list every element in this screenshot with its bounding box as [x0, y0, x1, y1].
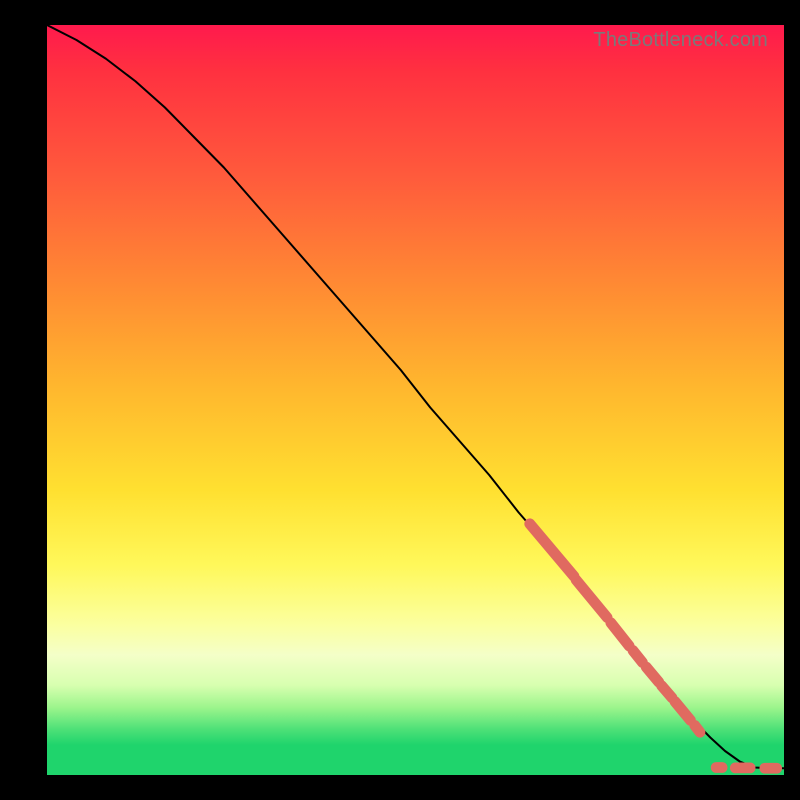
dot-segment: [695, 726, 700, 733]
chart-overlay: [47, 25, 784, 775]
curve-path: [47, 25, 784, 768]
dot-segment: [646, 667, 659, 682]
dot-segment: [530, 524, 574, 577]
dot-segment: [675, 702, 690, 721]
curve-line: [47, 25, 784, 768]
chart-frame: TheBottleneck.com: [0, 0, 800, 800]
dot-segment: [576, 580, 607, 618]
dot-segment: [611, 623, 629, 646]
dot-segment: [633, 651, 643, 663]
dot-series: [530, 524, 777, 769]
plot-area: TheBottleneck.com: [47, 25, 784, 775]
dot-segment: [662, 686, 672, 698]
